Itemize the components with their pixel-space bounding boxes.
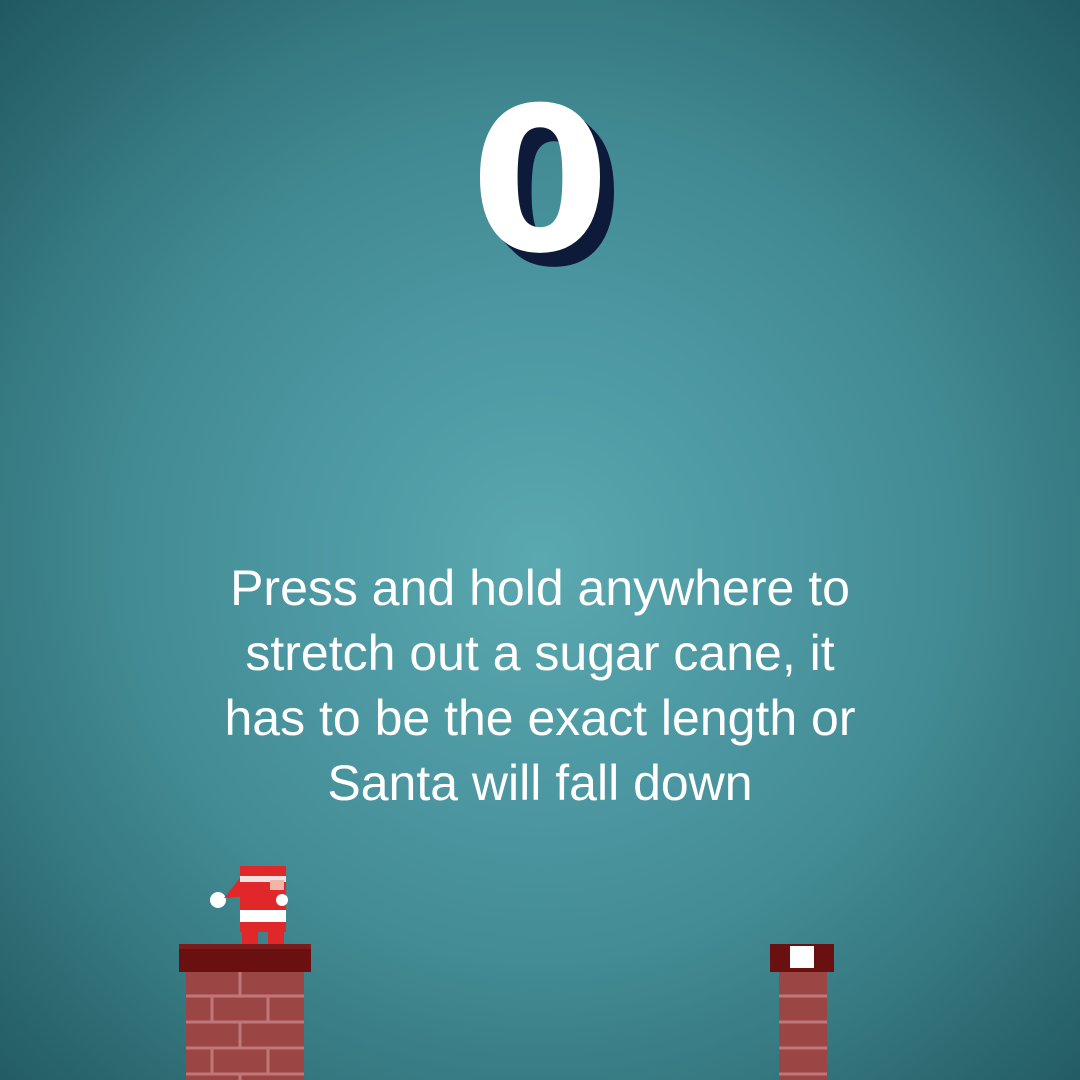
target-marker	[790, 946, 814, 968]
right-chimney-body	[779, 970, 827, 1080]
game-canvas[interactable]: 0 Press and hold anywhere to stretch out…	[0, 0, 1080, 1080]
scene-layer	[179, 866, 834, 1080]
left-chimney-cap-highlight	[179, 944, 311, 949]
santa-face	[270, 880, 284, 890]
santa-belt	[240, 910, 286, 922]
santa-leg-left	[242, 930, 258, 944]
santa-hat-pompom	[210, 892, 226, 908]
santa-character	[210, 866, 288, 944]
santa-mitten	[276, 894, 288, 906]
left-chimney-body	[186, 970, 304, 1080]
left-chimney	[179, 944, 311, 1080]
right-chimney	[770, 944, 834, 1080]
santa-leg-right	[268, 930, 284, 944]
